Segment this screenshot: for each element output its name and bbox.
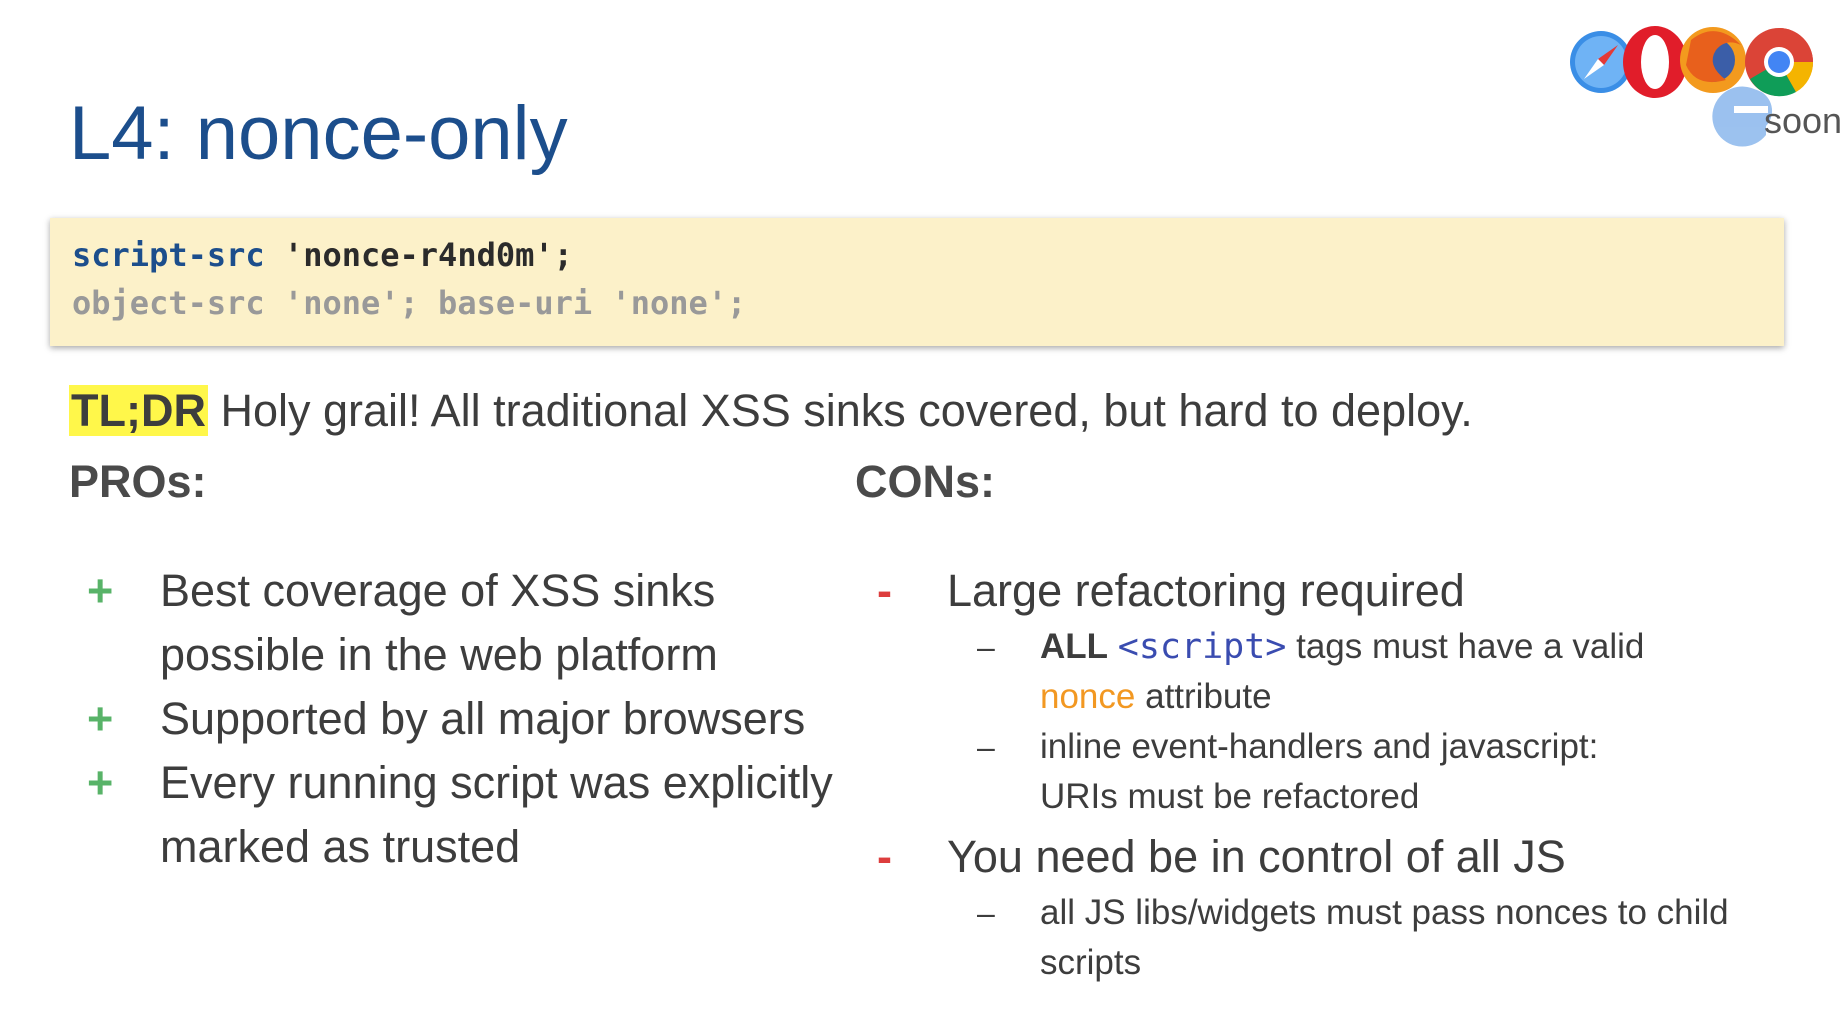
pro-item: Best coverage of XSS sinks possible in t…	[160, 565, 718, 680]
csp-line-object-base: object-src 'none'; base-uri 'none';	[72, 284, 747, 322]
sub-text: tags must have a valid	[1296, 627, 1645, 666]
csp-line-script-src: script-src 'nonce-r4nd0m';	[72, 236, 573, 274]
plus-marker: +	[87, 757, 114, 808]
minus-marker: -	[877, 831, 892, 882]
tldr-text: Holy grail! All traditional XSS sinks co…	[220, 385, 1473, 436]
plus-marker: +	[87, 565, 114, 616]
con-sub-item: ALL <script> tags must have a valid nonc…	[1040, 622, 1780, 722]
con-item: Large refactoring required	[947, 565, 1465, 616]
pros-heading: PROs:	[69, 456, 207, 507]
minus-marker: -	[877, 565, 892, 616]
pro-item: Supported by all major browsers	[160, 693, 806, 744]
slide-title: L4: nonce-only	[69, 91, 568, 176]
con-sub-item: inline event-handlers and javascript: UR…	[1040, 727, 1599, 816]
tldr-summary: TL;DR Holy grail! All traditional XSS si…	[69, 385, 1473, 437]
csp-nonce-value: 'nonce-r4nd0m';	[283, 236, 573, 274]
csp-directive: script-src	[72, 236, 265, 274]
script-tag-code: <script>	[1117, 627, 1287, 667]
edge-soon-label: soon	[1764, 100, 1842, 141]
sub-bullet-dash: –	[977, 729, 995, 765]
sub-bullet-dash: –	[977, 895, 995, 931]
chrome-icon	[1745, 28, 1814, 97]
cons-heading: CONs:	[855, 456, 996, 507]
pro-item: Every running script was explicitly mark…	[160, 757, 833, 872]
nonce-keyword: nonce	[1040, 677, 1136, 716]
firefox-icon	[1680, 27, 1746, 93]
all-label: ALL	[1040, 627, 1109, 666]
con-item: You need be in control of all JS	[947, 831, 1566, 882]
sub-bullet-dash: –	[977, 629, 995, 665]
csp-code-block: script-src 'nonce-r4nd0m'; object-src 'n…	[50, 218, 1784, 346]
con-sub-item: all JS libs/widgets must pass nonces to …	[1040, 893, 1729, 982]
safari-icon	[1570, 31, 1632, 93]
tldr-label: TL;DR	[69, 385, 208, 436]
sub-text: attribute	[1145, 677, 1272, 716]
plus-marker: +	[87, 693, 114, 744]
opera-icon	[1623, 26, 1687, 98]
